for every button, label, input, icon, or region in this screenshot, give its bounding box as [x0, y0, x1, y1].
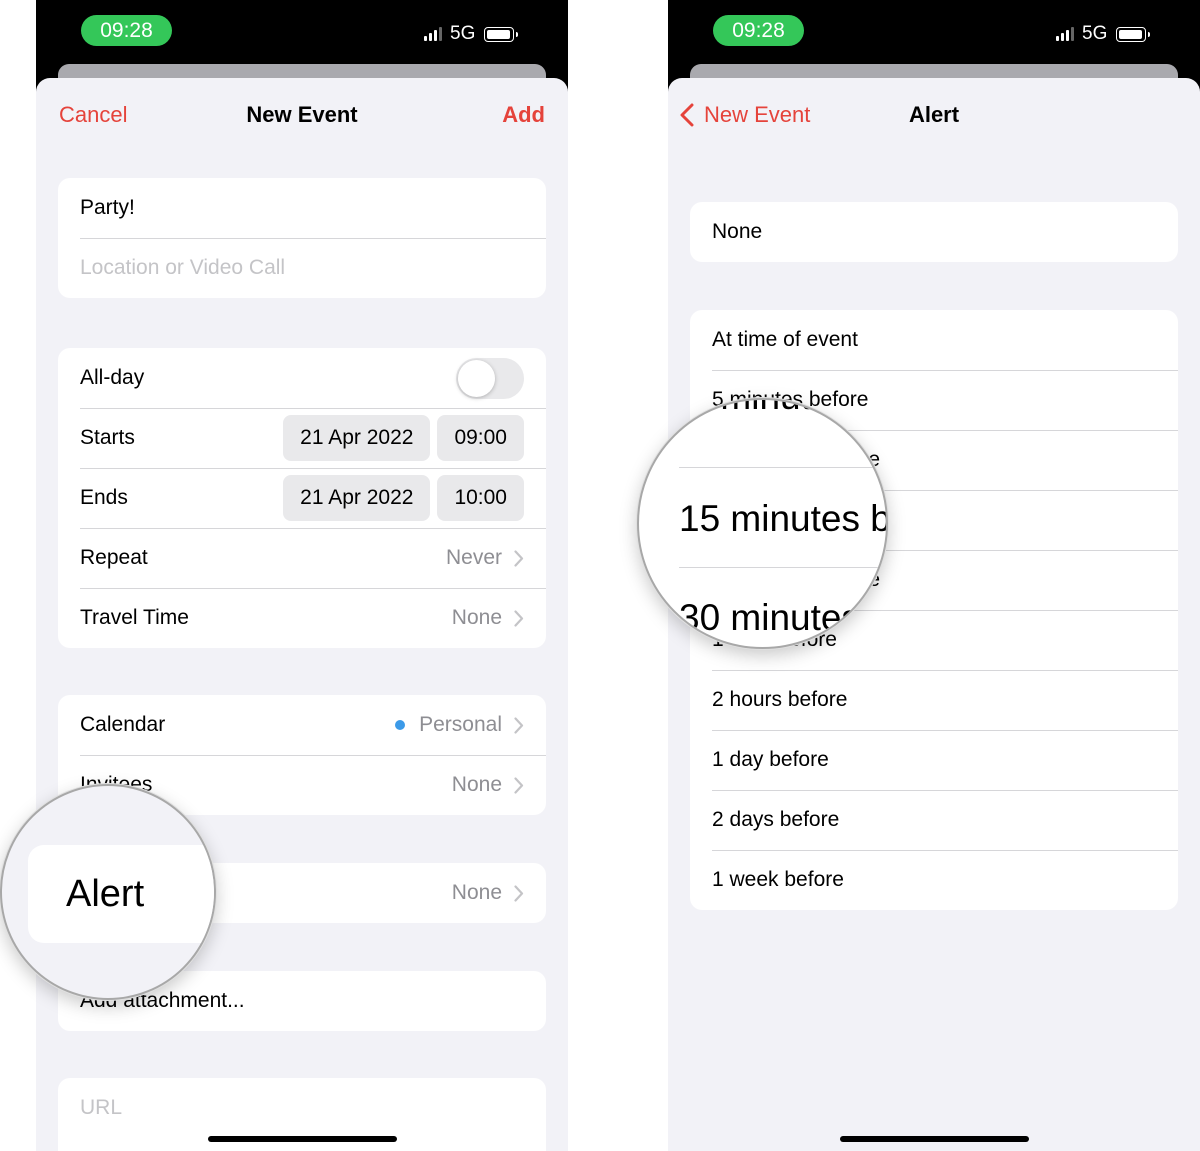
repeat-row[interactable]: Repeat Never: [58, 528, 546, 588]
none-group: None: [690, 202, 1178, 262]
status-icons: 5G: [1056, 23, 1151, 45]
starts-label: Starts: [80, 426, 135, 449]
title-value: Party!: [80, 196, 135, 219]
option-label: 1 day before: [712, 748, 829, 771]
battery-icon: [484, 26, 519, 42]
all-day-row: All-day: [58, 348, 546, 408]
page-title: New Event: [246, 102, 358, 127]
url-placeholder: URL: [80, 1096, 123, 1119]
url-field[interactable]: URL: [58, 1078, 546, 1138]
start-time-button[interactable]: 09:00: [437, 415, 524, 461]
battery-icon: [1116, 26, 1151, 42]
home-indicator: [208, 1136, 397, 1142]
calendar-value: Personal: [419, 713, 502, 736]
alert-option[interactable]: 2 days before: [690, 790, 1178, 850]
repeat-value: Never: [445, 546, 502, 569]
status-icons: 5G: [424, 23, 519, 45]
signal-icon: [1056, 27, 1074, 41]
alert-option[interactable]: 1 week before: [690, 850, 1178, 910]
end-date-button[interactable]: 21 Apr 2022: [283, 475, 431, 521]
starts-row: Starts 21 Apr 2022 09:00: [58, 408, 546, 468]
alert-option[interactable]: 2 hours before: [690, 670, 1178, 730]
title-field[interactable]: Party!: [58, 178, 546, 238]
calendar-row[interactable]: Calendar Personal: [58, 695, 546, 755]
nav-bar: New Event Alert: [668, 78, 1200, 154]
location-placeholder: Location or Video Call: [80, 256, 286, 279]
status-time: 09:28: [713, 15, 804, 46]
travel-time-value: None: [451, 606, 502, 629]
alert-option[interactable]: 1 day before: [690, 730, 1178, 790]
chevron-right-icon: [514, 776, 524, 794]
magnified-option-selected: 15 minutes before: [679, 498, 886, 539]
magnifier-15-minutes: 10 minutes 15 minutes before 30 minutes: [637, 398, 888, 649]
option-label: At time of event: [712, 328, 858, 351]
status-time: 09:28: [81, 15, 172, 46]
magnified-separator: [679, 567, 886, 568]
add-button[interactable]: Add: [502, 102, 545, 128]
network-label: 5G: [1082, 23, 1108, 44]
network-label: 5G: [450, 23, 476, 44]
alert-option-none[interactable]: None: [690, 202, 1178, 262]
option-label: 2 days before: [712, 808, 840, 831]
alert-value: None: [451, 881, 502, 904]
date-group: All-day Starts 21 Apr 2022 09:00 Ends 21…: [58, 348, 546, 648]
calendar-color-dot: [395, 720, 406, 730]
all-day-label: All-day: [80, 366, 145, 389]
travel-time-label: Travel Time: [80, 606, 189, 629]
all-day-toggle[interactable]: [456, 357, 524, 399]
title-location-group: Party! Location or Video Call: [58, 178, 546, 298]
end-time-button[interactable]: 10:00: [437, 475, 524, 521]
location-field[interactable]: Location or Video Call: [58, 238, 546, 298]
calendar-label: Calendar: [80, 713, 166, 736]
option-label: 2 hours before: [712, 688, 848, 711]
chevron-right-icon: [514, 716, 524, 734]
chevron-right-icon: [514, 884, 524, 902]
option-label: 1 week before: [712, 868, 844, 891]
toggle-knob: [458, 359, 495, 397]
magnified-option-bottom: 30 minutes: [679, 597, 860, 638]
ends-row: Ends 21 Apr 2022 10:00: [58, 468, 546, 528]
repeat-label: Repeat: [80, 546, 148, 569]
invitees-value: None: [451, 773, 502, 796]
ends-label: Ends: [80, 486, 128, 509]
travel-time-row[interactable]: Travel Time None: [58, 588, 546, 648]
chevron-right-icon: [514, 609, 524, 627]
page-title: Alert: [908, 102, 960, 127]
magnifier-alert: Alert: [0, 784, 216, 1000]
alert-option[interactable]: At time of event: [690, 310, 1178, 370]
chevron-right-icon: [514, 549, 524, 567]
magnified-separator: [679, 467, 886, 468]
magnified-option-top: 10 minutes: [669, 400, 850, 418]
option-label: None: [712, 220, 763, 243]
signal-icon: [424, 27, 442, 41]
magnified-alert-label: Alert: [66, 873, 145, 915]
nav-bar: Cancel New Event Add: [36, 78, 568, 154]
start-date-button[interactable]: 21 Apr 2022: [283, 415, 431, 461]
home-indicator: [840, 1136, 1029, 1142]
